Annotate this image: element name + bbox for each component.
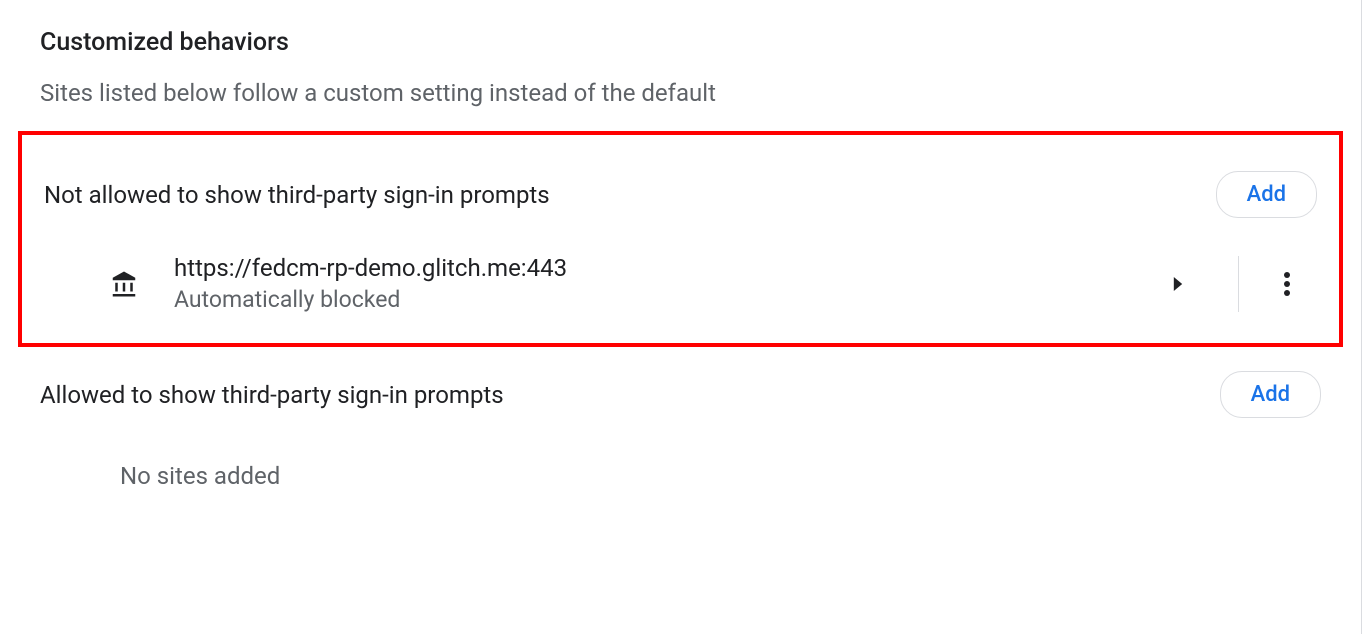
site-status: Automatically blocked xyxy=(174,286,1158,313)
section-description: Sites listed below follow a custom setti… xyxy=(0,57,1361,131)
expand-arrow-icon[interactable] xyxy=(1158,264,1198,304)
institution-icon xyxy=(104,264,144,304)
blocked-heading: Not allowed to show third-party sign-in … xyxy=(44,181,550,209)
allowed-heading: Allowed to show third-party sign-in prom… xyxy=(40,381,504,409)
add-blocked-button[interactable]: Add xyxy=(1216,171,1317,218)
add-allowed-button[interactable]: Add xyxy=(1220,371,1321,418)
blocked-section-highlight: Not allowed to show third-party sign-in … xyxy=(18,131,1343,347)
more-vert-icon xyxy=(1284,272,1290,296)
site-row[interactable]: https://fedcm-rp-demo.glitch.me:443 Auto… xyxy=(22,218,1339,313)
vertical-divider xyxy=(1238,256,1239,312)
site-url: https://fedcm-rp-demo.glitch.me:443 xyxy=(174,254,1158,282)
no-sites-message: No sites added xyxy=(0,418,1361,490)
more-actions-button[interactable] xyxy=(1267,264,1307,304)
section-title: Customized behaviors xyxy=(0,0,1361,57)
